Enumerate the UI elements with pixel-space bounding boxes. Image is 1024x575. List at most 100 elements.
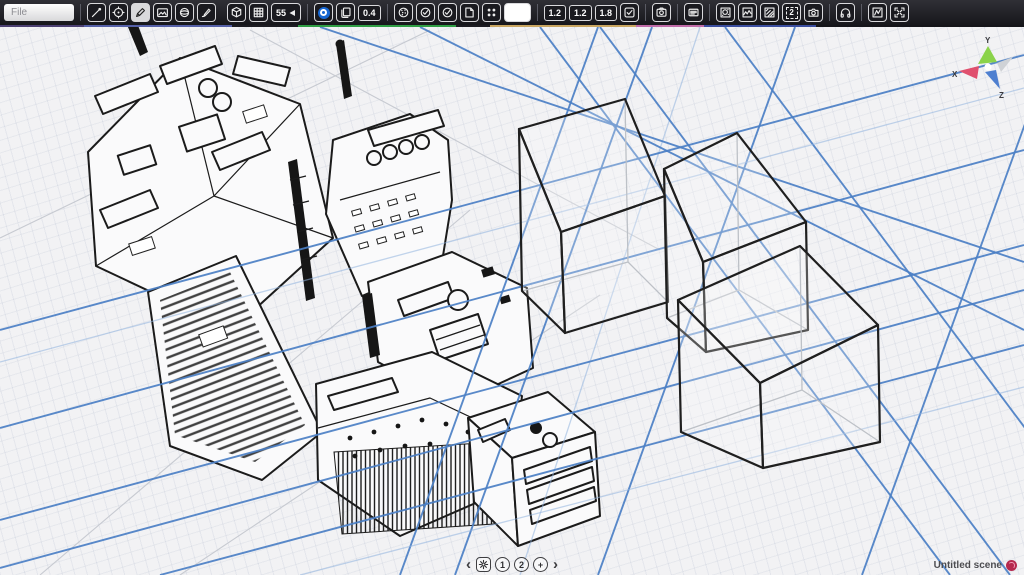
- axis-x-label: X: [952, 70, 958, 79]
- card-button[interactable]: [684, 3, 703, 22]
- material-sphere-button[interactable]: [394, 3, 413, 22]
- color-swatch-button[interactable]: [504, 3, 531, 22]
- dither-texture-icon: [719, 6, 732, 19]
- card-lines-icon: [687, 6, 700, 19]
- toolbar-underline: [0, 25, 1024, 27]
- page-navigation: ‹ 1 2 + ›: [465, 557, 559, 572]
- sketch-style-button[interactable]: [868, 3, 887, 22]
- page-2-button[interactable]: 2: [514, 557, 529, 572]
- scale-z-value[interactable]: 1.8: [595, 5, 618, 21]
- ellipse-tool-button[interactable]: [109, 3, 128, 22]
- screenshot-button[interactable]: [652, 3, 671, 22]
- duplicate-button[interactable]: [336, 3, 355, 22]
- headphones-icon: [839, 6, 852, 19]
- prev-page-chevron[interactable]: ‹: [465, 557, 472, 572]
- projector-icon: [288, 9, 296, 17]
- cube-tool-button[interactable]: [227, 3, 246, 22]
- file-menu-button[interactable]: File: [4, 4, 74, 21]
- toolbar-underline-segment: [816, 25, 1024, 27]
- toolbar-underline-segment: [0, 25, 84, 27]
- toolbar-underline-segment: [84, 25, 232, 27]
- next-page-chevron[interactable]: ›: [552, 557, 559, 572]
- toolbar-separator: [387, 4, 388, 21]
- polyline-tool-button[interactable]: [87, 3, 106, 22]
- cube-icon: [230, 6, 243, 19]
- toolbar-separator: [537, 4, 538, 21]
- orbit-globe-icon: [178, 6, 191, 19]
- axis-gizmo[interactable]: Y X Z: [952, 36, 1013, 100]
- confirm-a-button[interactable]: [416, 3, 435, 22]
- toolbar-underline-segment: [298, 25, 456, 27]
- page-count-button[interactable]: 2: [782, 3, 801, 22]
- image-tool-button[interactable]: [153, 3, 172, 22]
- check-circle-icon: [441, 6, 454, 19]
- axis-z-cone: [985, 70, 1000, 89]
- expand-frame-icon: [893, 6, 906, 19]
- texture-noise-button[interactable]: [760, 3, 779, 22]
- hatch-texture-icon: [763, 6, 776, 19]
- clipboard-camera-icon: [655, 6, 668, 19]
- fullscreen-button[interactable]: [890, 3, 909, 22]
- snap-check-button[interactable]: [620, 3, 639, 22]
- brush-color-button[interactable]: [314, 3, 333, 22]
- toolbar-underline-segment: [456, 25, 490, 27]
- fov-value: 55: [276, 8, 286, 18]
- confirm-b-button[interactable]: [438, 3, 457, 22]
- toolbar-underline-segment: [232, 25, 298, 27]
- axis-center: [985, 64, 992, 71]
- dots-layout-button[interactable]: [482, 3, 501, 22]
- page-flip-icon: [463, 6, 476, 19]
- four-dots-icon: [485, 6, 498, 19]
- scene-drawing: Y X Z: [0, 27, 1024, 575]
- toolbar-separator: [645, 4, 646, 21]
- check-circle-icon: [419, 6, 432, 19]
- texture-wave-button[interactable]: [738, 3, 757, 22]
- page-flip-button[interactable]: [460, 3, 479, 22]
- pencil-tool-button[interactable]: [131, 3, 150, 22]
- viewport-canvas[interactable]: Y X Z ‹ 1 2 + › Untitled scene: [0, 27, 1024, 575]
- polyline-icon: [90, 6, 103, 19]
- grid-tool-button[interactable]: [249, 3, 268, 22]
- camera-button[interactable]: [804, 3, 823, 22]
- toolbar-separator: [829, 4, 830, 21]
- image-icon: [156, 6, 169, 19]
- scene-badge-icon[interactable]: [1006, 560, 1017, 571]
- scene-title: Untitled scene: [934, 560, 1002, 571]
- audio-button[interactable]: [836, 3, 855, 22]
- scene-status: Untitled scene: [934, 560, 1017, 571]
- scale-y-value[interactable]: 1.2: [569, 5, 592, 21]
- ellipse-target-icon: [112, 6, 125, 19]
- gear-icon: [478, 559, 489, 570]
- scale-x-value[interactable]: 1.2: [544, 5, 567, 21]
- toolbar-separator: [861, 4, 862, 21]
- axis-y-cone: [978, 46, 997, 64]
- wave-texture-icon: [741, 6, 754, 19]
- stroke-width-value[interactable]: 0.4: [358, 5, 381, 21]
- brush-icon: [200, 6, 213, 19]
- wireframe-box-1: [519, 99, 668, 333]
- camera-icon: [807, 6, 820, 19]
- page-1-button[interactable]: 1: [495, 557, 510, 572]
- toolbar-underline-segment: [704, 25, 816, 27]
- sphere-pattern-icon: [397, 6, 410, 19]
- pencil-icon: [134, 6, 147, 19]
- toolbar-underline-segment: [636, 25, 704, 27]
- add-page-button[interactable]: +: [533, 557, 548, 572]
- toolbar-separator: [80, 4, 81, 21]
- axis-y-label: Y: [985, 36, 991, 45]
- grid-icon: [252, 6, 265, 19]
- texture-dither-button[interactable]: [716, 3, 735, 22]
- axis-z-label: Z: [999, 91, 1004, 100]
- brush-color-dot-icon: [318, 7, 330, 19]
- scene-settings-button[interactable]: [476, 557, 491, 572]
- paint-tool-button[interactable]: [197, 3, 216, 22]
- toolbar-separator: [307, 4, 308, 21]
- toolbar-underline-segment: [490, 25, 636, 27]
- checkbox-icon: [623, 6, 636, 19]
- page-count-value: 2: [786, 7, 798, 19]
- scribble-icon: [871, 6, 884, 19]
- pages-icon: [339, 6, 352, 19]
- top-toolbar: File 55: [0, 0, 1024, 25]
- fov-button[interactable]: 55: [271, 3, 301, 22]
- orbit-tool-button[interactable]: [175, 3, 194, 22]
